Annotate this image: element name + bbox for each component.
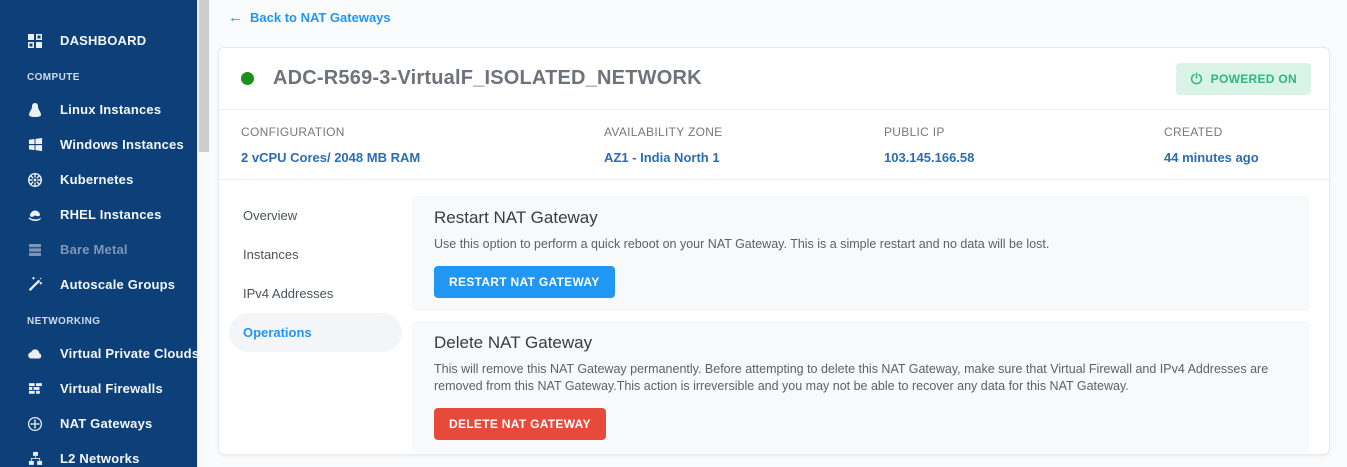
operations-panels: Restart NAT Gateway Use this option to p… xyxy=(412,196,1309,453)
back-arrow-icon: ← xyxy=(228,9,243,26)
restart-nat-gateway-panel: Restart NAT Gateway Use this option to p… xyxy=(412,196,1309,311)
sidebar-item-label: Kubernetes xyxy=(60,172,134,187)
delete-nat-gateway-panel: Delete NAT Gateway This will remove this… xyxy=(412,321,1309,453)
info-value: 103.145.166.58 xyxy=(884,150,975,165)
sidebar-item-label: Virtual Private Clouds xyxy=(60,346,197,361)
powered-on-badge[interactable]: POWERED ON xyxy=(1175,62,1311,95)
delete-panel-title: Delete NAT Gateway xyxy=(434,333,593,352)
card-body: Overview Instances IPv4 Addresses Operat… xyxy=(219,180,1329,453)
tab-ipv4-addresses[interactable]: IPv4 Addresses xyxy=(229,274,402,313)
tab-operations[interactable]: Operations xyxy=(229,313,402,352)
page-title: ADC-R569-3-VirtualF_ISOLATED_NETWORK xyxy=(273,67,702,89)
power-icon xyxy=(1190,72,1203,85)
sidebar-item-linux-instances[interactable]: Linux Instances xyxy=(0,92,197,127)
sidebar-item-l2-networks[interactable]: L2 Networks xyxy=(0,441,197,467)
back-to-nat-gateways-link[interactable]: ← Back to NAT Gateways xyxy=(228,10,391,25)
sidebar-item-rhel-instances[interactable]: RHEL Instances xyxy=(0,197,197,232)
restart-nat-gateway-button[interactable]: RESTART NAT GATEWAY xyxy=(434,266,615,298)
sidebar-item-label: Linux Instances xyxy=(60,102,162,117)
sidebar-item-label: NAT Gateways xyxy=(60,416,153,431)
main-content: ← Back to NAT Gateways ADC-R569-3-Virtua… xyxy=(209,0,1347,467)
sidebar-item-label: Bare Metal xyxy=(60,242,128,257)
network-tree-icon xyxy=(27,451,43,467)
nat-gateway-icon xyxy=(27,416,43,432)
windows-icon xyxy=(27,137,43,153)
tab-overview[interactable]: Overview xyxy=(229,196,402,235)
info-field-configuration: CONFIGURATION 2 vCPU Cores/ 2048 MB RAM xyxy=(241,125,604,179)
info-label: CONFIGURATION xyxy=(241,125,345,139)
sidebar-item-label: Autoscale Groups xyxy=(60,277,176,292)
redhat-icon xyxy=(27,207,43,223)
sidebar-item-label: Windows Instances xyxy=(60,137,184,152)
info-field-created: CREATED 44 minutes ago xyxy=(1164,125,1307,179)
dashboard-grid-icon xyxy=(27,33,43,49)
delete-panel-description: This will remove this NAT Gateway perman… xyxy=(434,362,1269,393)
info-label: CREATED xyxy=(1164,125,1223,139)
firewall-icon xyxy=(27,381,43,397)
vertical-scrollbar[interactable] xyxy=(197,0,209,467)
sidebar-item-bare-metal[interactable]: Bare Metal xyxy=(0,232,197,267)
sidebar-item-virtual-firewalls[interactable]: Virtual Firewalls xyxy=(0,371,197,406)
server-stack-icon xyxy=(27,242,43,258)
nat-gateway-detail-card: ADC-R569-3-VirtualF_ISOLATED_NETWORK POW… xyxy=(218,47,1330,455)
sidebar-section-networking: NETWORKING xyxy=(27,316,101,327)
sidebar-item-autoscale-groups[interactable]: Autoscale Groups xyxy=(0,267,197,302)
detail-tabs: Overview Instances IPv4 Addresses Operat… xyxy=(229,196,402,453)
sidebar-section-compute: COMPUTE xyxy=(27,72,80,83)
sidebar-item-nat-gateways[interactable]: NAT Gateways xyxy=(0,406,197,441)
card-header: ADC-R569-3-VirtualF_ISOLATED_NETWORK POW… xyxy=(219,48,1329,110)
info-row: CONFIGURATION 2 vCPU Cores/ 2048 MB RAM … xyxy=(219,110,1329,180)
status-dot-icon xyxy=(241,72,254,85)
sidebar-item-label: RHEL Instances xyxy=(60,207,162,222)
sidebar-item-virtual-private-clouds[interactable]: Virtual Private Clouds xyxy=(0,336,197,371)
info-value: 2 vCPU Cores/ 2048 MB RAM xyxy=(241,150,421,165)
back-link-label: Back to NAT Gateways xyxy=(250,10,391,25)
kubernetes-icon xyxy=(27,172,43,188)
cloud-icon xyxy=(27,346,43,362)
delete-nat-gateway-button[interactable]: DELETE NAT GATEWAY xyxy=(434,408,606,440)
info-value: 44 minutes ago xyxy=(1164,150,1259,165)
sidebar-item-kubernetes[interactable]: Kubernetes xyxy=(0,162,197,197)
magic-wand-icon xyxy=(27,276,43,293)
powered-on-label: POWERED ON xyxy=(1210,71,1297,86)
info-value: AZ1 - India North 1 xyxy=(604,150,720,165)
info-label: PUBLIC IP xyxy=(884,125,945,139)
sidebar-item-label: DASHBOARD xyxy=(60,33,147,48)
restart-panel-title: Restart NAT Gateway xyxy=(434,208,598,227)
linux-icon xyxy=(27,102,43,118)
sidebar-item-dashboard[interactable]: DASHBOARD xyxy=(0,23,197,58)
info-field-availability-zone: AVAILABILITY ZONE AZ1 - India North 1 xyxy=(604,125,884,179)
restart-panel-description: Use this option to perform a quick reboo… xyxy=(434,237,1050,251)
sidebar: DASHBOARD COMPUTE Linux Instances Window… xyxy=(0,0,197,467)
scrollbar-thumb[interactable] xyxy=(199,0,209,152)
info-label: AVAILABILITY ZONE xyxy=(604,125,723,139)
sidebar-item-label: Virtual Firewalls xyxy=(60,381,163,396)
sidebar-item-label: L2 Networks xyxy=(60,451,140,466)
tab-instances[interactable]: Instances xyxy=(229,235,402,274)
info-field-public-ip: PUBLIC IP 103.145.166.58 xyxy=(884,125,1164,179)
sidebar-item-windows-instances[interactable]: Windows Instances xyxy=(0,127,197,162)
